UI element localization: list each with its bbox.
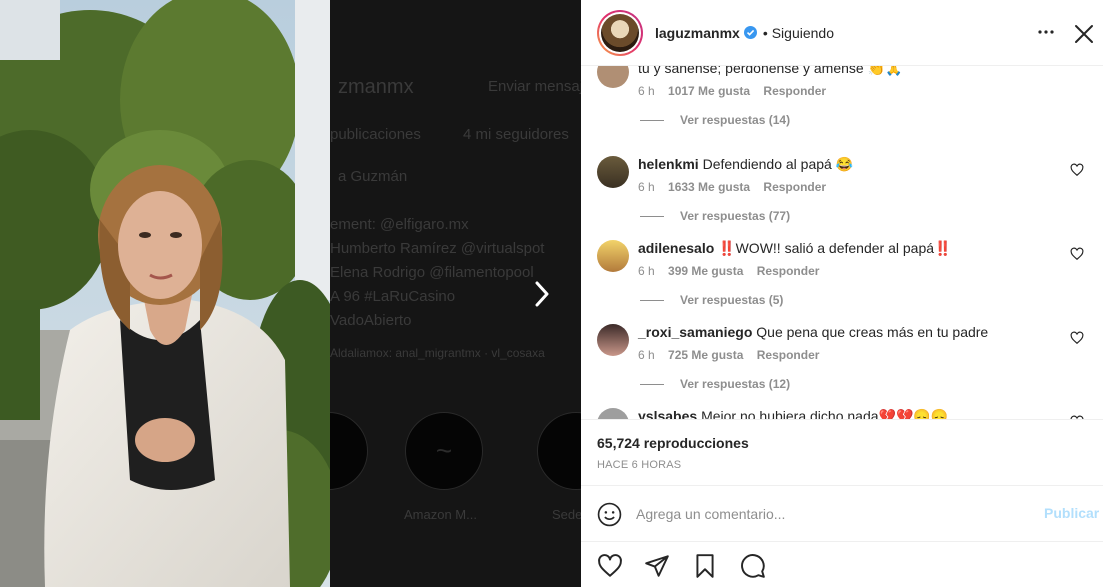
comments-list[interactable]: tú y sánense; perdónense y ámense 👏🙏 6 h…	[581, 66, 1103, 419]
next-post-button[interactable]	[525, 276, 559, 312]
more-options-icon	[1038, 30, 1054, 34]
author-username[interactable]: laguzmanmx	[655, 25, 740, 41]
verified-badge-icon	[743, 26, 757, 39]
comment-meta: 6 h 725 Me gusta Responder	[638, 348, 829, 362]
comment-avatar[interactable]	[597, 66, 629, 88]
comment-time[interactable]: 6 h	[638, 84, 655, 98]
backdrop-bio-line: ement: @elfigaro.mx	[330, 216, 469, 233]
bookmark-icon[interactable]	[692, 553, 718, 579]
comment-username[interactable]: yslsabes	[638, 408, 697, 419]
view-replies-button[interactable]: Ver respuestas (5)	[640, 293, 783, 307]
comment-text: adilenesalo ‼️WOW!! salió a defender al …	[638, 240, 951, 257]
heart-icon[interactable]	[1070, 247, 1084, 261]
heart-icon[interactable]	[1070, 163, 1084, 177]
comment-body: ‼️WOW!! salió a defender al papá‼️	[718, 240, 952, 256]
following-button[interactable]: Siguiendo	[772, 25, 834, 41]
post-detail-panel: laguzmanmx • Siguiendo tú y sánense; per…	[581, 0, 1103, 587]
backdrop-posts-count: publicaciones	[330, 126, 421, 143]
avatar-inner	[599, 11, 641, 54]
replies-line	[640, 215, 664, 217]
comment-body: Que pena que creas más en tu padre	[756, 324, 989, 340]
comment-text: yslsabes Mejor no hubiera dicho nada💔💔😞😞	[638, 408, 948, 419]
comment-avatar[interactable]	[597, 408, 629, 419]
reply-button[interactable]: Responder	[757, 348, 820, 362]
paper-plane-icon[interactable]	[644, 553, 670, 579]
heart-icon[interactable]	[1070, 331, 1084, 345]
comment-avatar[interactable]	[597, 240, 629, 272]
views-count[interactable]: 65,724 reproducciones	[597, 435, 749, 451]
comment-meta: 6 h 1633 Me gusta Responder	[638, 180, 836, 194]
view-replies-button[interactable]: Ver respuestas (77)	[640, 209, 790, 223]
more-options-button[interactable]	[1036, 22, 1056, 42]
comment-meta: 6 h 399 Me gusta Responder	[638, 264, 829, 278]
reply-button[interactable]: Responder	[763, 84, 826, 98]
reply-button[interactable]: Responder	[757, 264, 820, 278]
view-replies-button[interactable]: Ver respuestas (14)	[640, 113, 790, 127]
comment-likes[interactable]: 1017 Me gusta	[668, 84, 750, 98]
backdrop-highlight-label: Sede	[552, 507, 583, 522]
comment-username[interactable]: helenkmi	[638, 156, 699, 172]
comment-time[interactable]: 6 h	[638, 180, 655, 194]
video-still	[0, 0, 330, 587]
replies-line	[640, 119, 664, 121]
backdrop-bio-line: Humberto Ramírez @virtualspot	[330, 240, 545, 257]
replies-line	[640, 383, 664, 385]
reply-button[interactable]: Responder	[763, 180, 826, 194]
backdrop-followers: 4 mi seguidores	[463, 126, 569, 143]
comment-input[interactable]	[636, 504, 1036, 524]
comment-meta: 6 h 1017 Me gusta Responder	[638, 84, 836, 98]
author-avatar[interactable]	[597, 9, 643, 56]
view-replies-label: Ver respuestas (12)	[680, 377, 791, 391]
view-replies-button[interactable]: Ver respuestas (12)	[640, 377, 790, 391]
comment-time[interactable]: 6 h	[638, 264, 655, 278]
backdrop-bio-line: Elena Rodrigo @filamentopool	[330, 264, 534, 281]
comment-username[interactable]: adilenesalo	[638, 240, 714, 256]
chevron-right-icon	[535, 281, 549, 307]
action-bar	[581, 542, 1103, 587]
separator-dot: •	[762, 24, 768, 41]
close-button[interactable]	[1072, 22, 1096, 46]
view-replies-label: Ver respuestas (5)	[680, 293, 784, 307]
comment-bubble-icon[interactable]	[740, 553, 766, 579]
close-icon	[1075, 25, 1093, 43]
comment-likes[interactable]: 399 Me gusta	[668, 264, 743, 278]
backdrop-highlight-label: Amazon M...	[404, 507, 477, 522]
post-time[interactable]: HACE 6 HORAS	[597, 459, 681, 471]
comment-username[interactable]: _roxi_samaniego	[638, 324, 752, 340]
view-replies-label: Ver respuestas (77)	[680, 209, 791, 223]
comment-likes[interactable]: 725 Me gusta	[668, 348, 743, 362]
comment-text: helenkmi Defendiendo al papá 😂	[638, 156, 853, 173]
publish-button[interactable]: Publicar	[1044, 505, 1099, 521]
video-frame[interactable]	[0, 0, 330, 587]
backdrop-message-button: Enviar mensaje	[488, 78, 592, 95]
comment-time[interactable]: 6 h	[638, 348, 655, 362]
backdrop-bio-line: VadoAbierto	[330, 312, 412, 329]
post-stats: 65,724 reproducciones HACE 6 HORAS	[581, 419, 1103, 486]
comment-form: Publicar	[581, 486, 1103, 542]
comment-text: tú y sánense; perdónense y ámense 👏🙏	[638, 66, 903, 76]
comment-text: _roxi_samaniego Que pena que creas más e…	[638, 324, 988, 340]
smiley-icon[interactable]	[597, 502, 622, 527]
backdrop-username: zmanmx	[338, 76, 414, 98]
comment-body: Defendiendo al papá 😂	[702, 156, 854, 172]
backdrop-highlight: ~	[405, 412, 483, 490]
replies-line	[640, 299, 664, 301]
comment-avatar[interactable]	[597, 324, 629, 356]
avatar-image	[601, 13, 639, 52]
view-replies-label: Ver respuestas (14)	[680, 113, 791, 127]
heart-icon[interactable]	[597, 553, 623, 579]
backdrop-bio-line: A 96 #LaRuCasino	[330, 288, 456, 305]
comment-body: Mejor no hubiera dicho nada💔💔😞😞	[701, 408, 949, 419]
comment-avatar[interactable]	[597, 156, 629, 188]
backdrop-full-name: a Guzmán	[338, 168, 408, 185]
amazon-icon: ~	[435, 435, 453, 466]
backdrop-followed-by: Aldaliamox: anal_migrantmx · vl_cosaxa	[330, 346, 545, 360]
post-header: laguzmanmx • Siguiendo	[581, 0, 1103, 66]
comment-likes[interactable]: 1633 Me gusta	[668, 180, 750, 194]
